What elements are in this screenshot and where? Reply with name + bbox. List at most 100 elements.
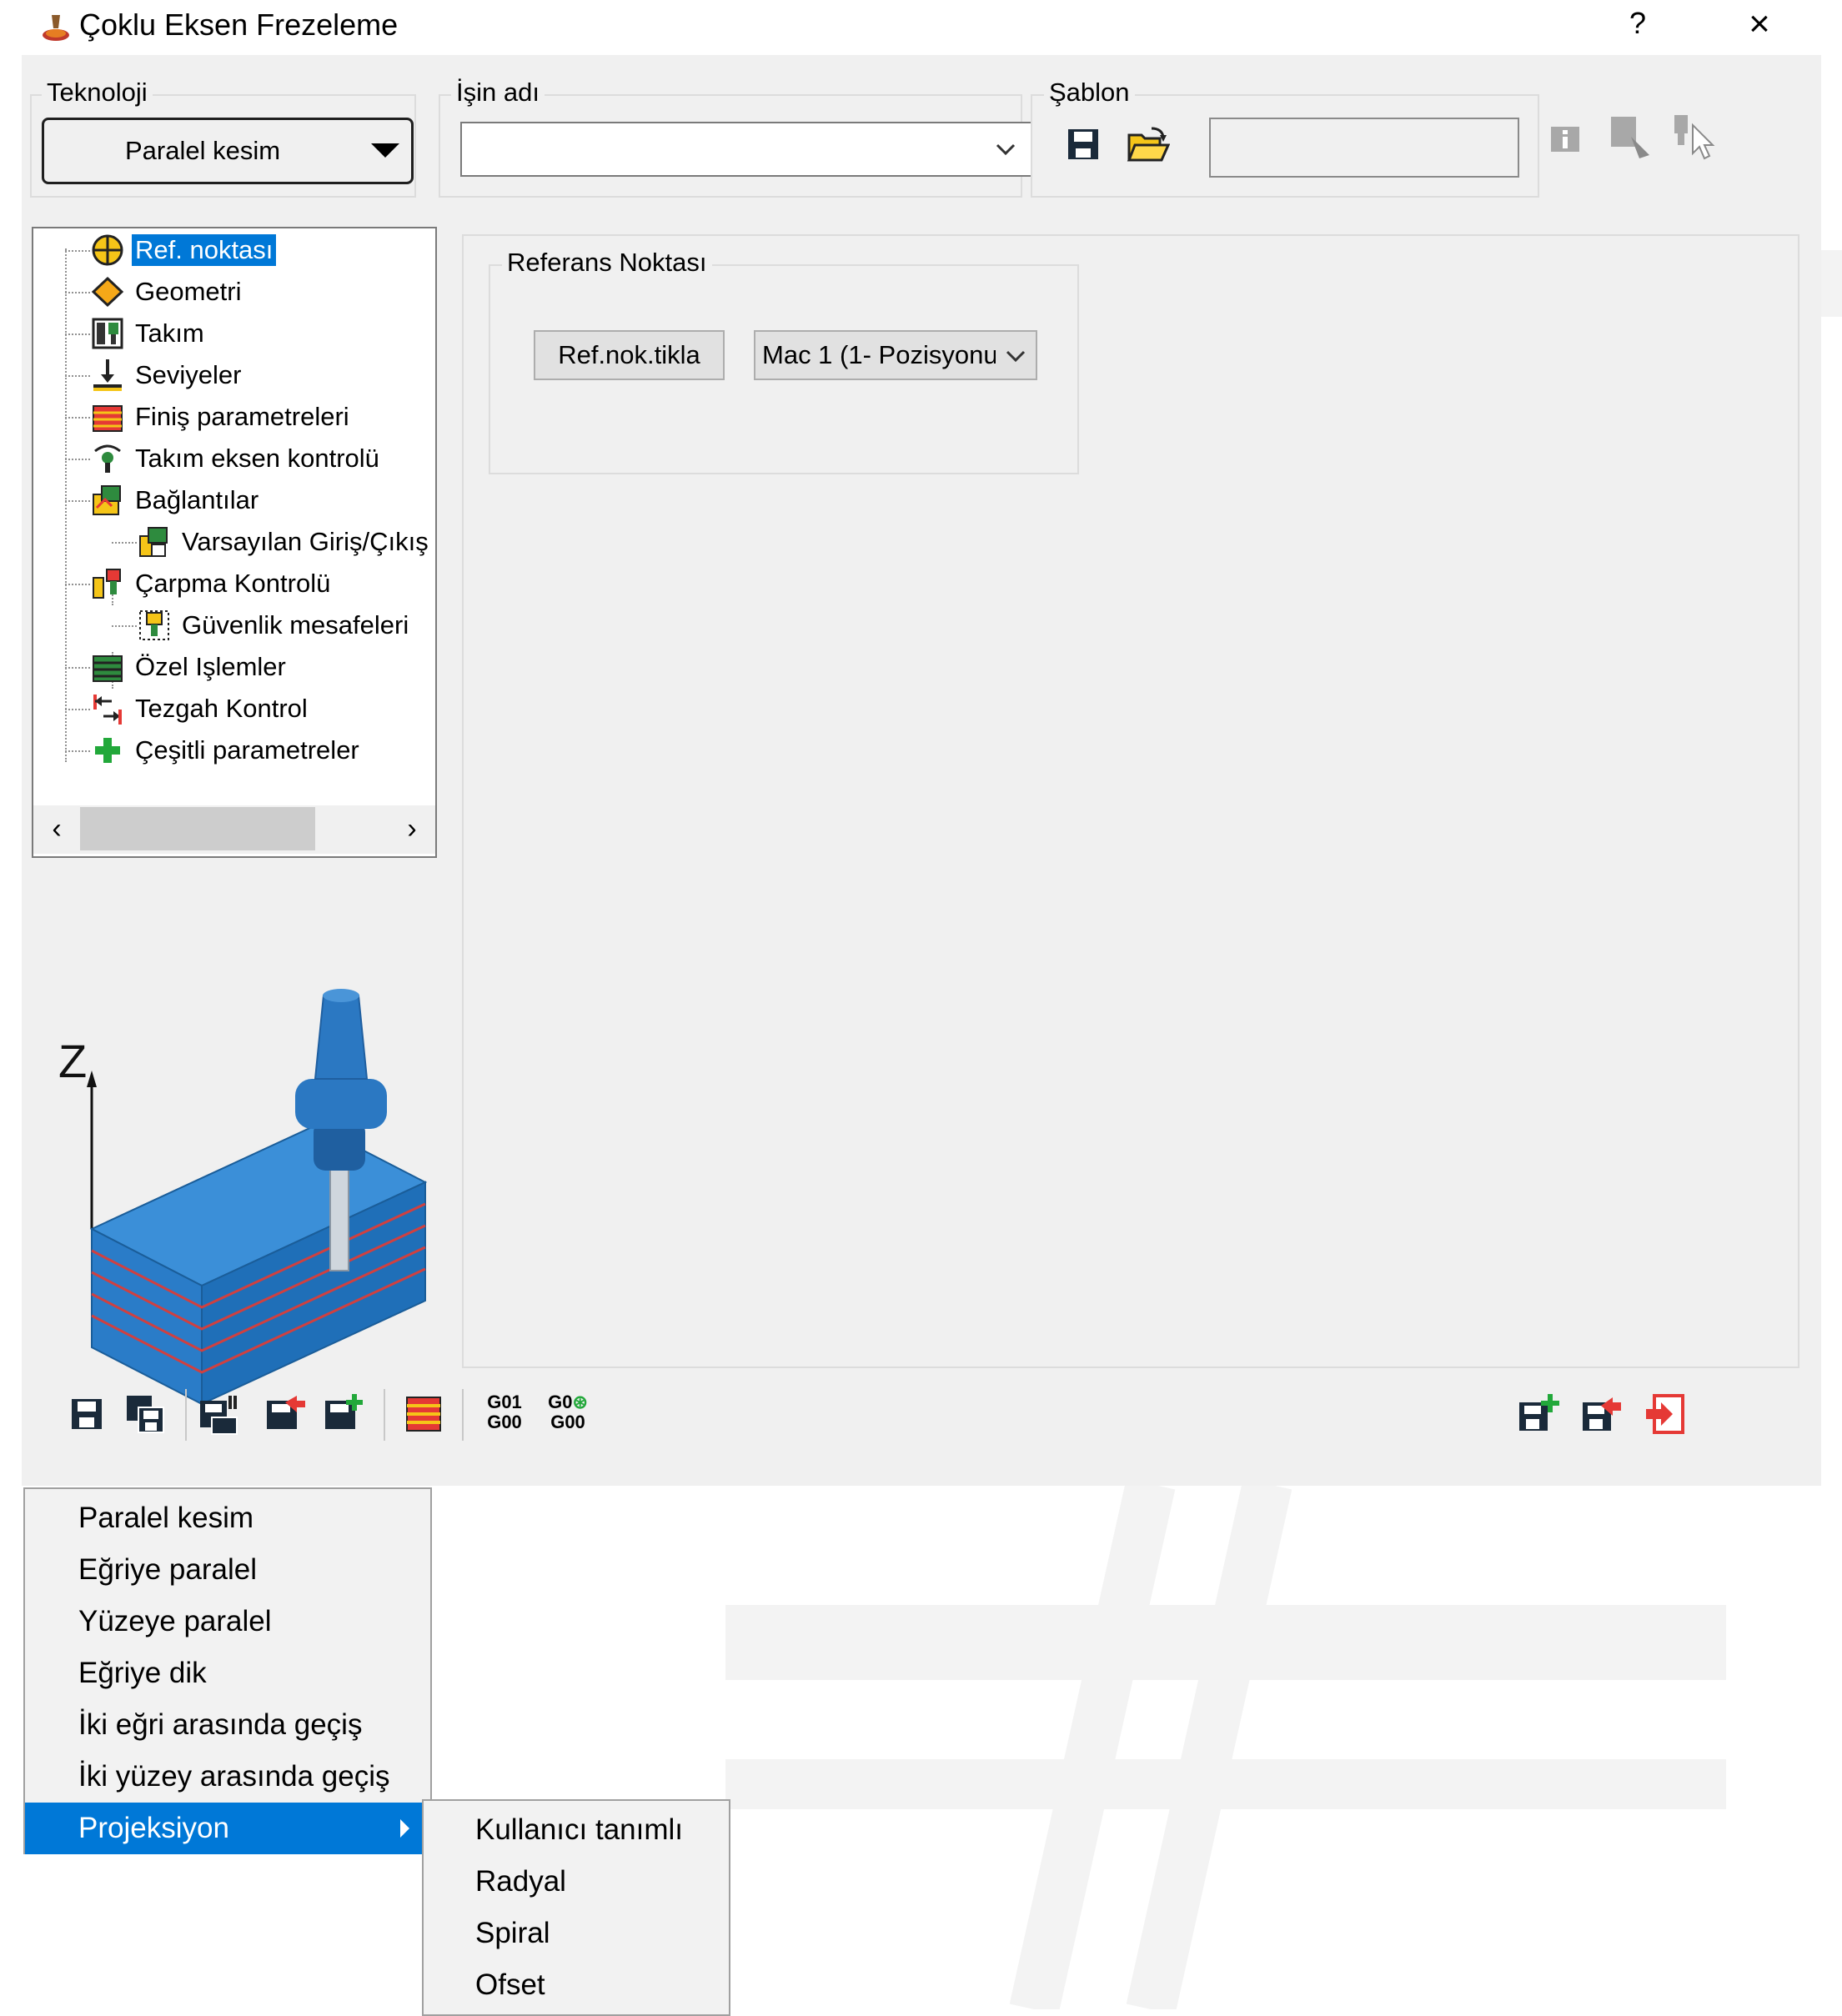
save-as-icon[interactable] [123,1392,167,1436]
app-icon [43,15,69,41]
safety-distance-icon [139,610,169,640]
tree-item-special-operations[interactable]: Özel Işlemler [90,647,289,687]
menu-item-projection[interactable]: Projeksiyon [25,1803,430,1854]
tree-item-label: Geometri [135,277,242,306]
tree-item-label: Çarpma Kontrolü [135,569,331,598]
special-ops-icon [93,655,123,682]
technology-dropdown[interactable]: Paralel kesim [42,118,414,184]
z-axis-label: Z [58,1035,87,1087]
finish-layers-icon[interactable] [402,1392,445,1436]
tree-item-collision-check[interactable]: Çarpma Kontrolü [90,564,334,604]
open-folder-icon[interactable] [1127,125,1170,163]
crosshair-circle-icon [92,234,123,266]
collision-check-icon [93,569,121,599]
tool-axis-icon [94,444,121,473]
layer-disabled-icon [1611,117,1649,158]
close-button[interactable]: × [1739,3,1780,45]
pick-reference-point-button[interactable]: Ref.nok.tikla [534,330,725,380]
save-export-icon[interactable] [1579,1392,1623,1436]
calculate-list-icon[interactable] [197,1392,240,1436]
machine-position-select[interactable]: Mac 1 (1- Pozisyonu) [754,330,1037,380]
gcode-g0-g00-button[interactable]: G0⊛ G00 [545,1392,590,1439]
chevron-down-icon [1006,350,1026,363]
tool-holder-icon [92,318,123,349]
tree-item-label: Takım eksen kontrolü [135,444,379,473]
save-add-icon[interactable] [1516,1392,1559,1436]
info-icon[interactable] [1549,123,1581,155]
menu-item-morph-between-surfaces[interactable]: İki yüzey arasında geçiş [25,1751,430,1803]
save-icon[interactable] [1066,127,1101,162]
chevron-down-icon[interactable] [987,130,1024,167]
job-name-input[interactable] [462,123,979,175]
submenu-item-offset[interactable]: Ofset [424,1959,729,2011]
levels-arrow-icon [93,359,122,391]
send-to-machine-icon[interactable] [264,1392,307,1436]
submenu-arrow-icon [400,1819,409,1838]
machine-position-value: Mac 1 (1- Pozisyonu) [762,340,996,369]
tree-item-misc-params[interactable]: Çeşitli parametreler [90,730,363,770]
plus-icon [95,738,120,763]
menu-item-parallel-cut[interactable]: Paralel kesim [25,1492,430,1544]
template-name-field [1209,118,1519,178]
gcode-top-label: G01 [487,1392,522,1412]
tree-item-label: Tezgah Kontrol [135,694,308,723]
tree-item-label: Çeşitli parametreler [135,735,359,765]
tree-item-safety-distances[interactable]: Güvenlik mesafeleri [137,605,412,645]
add-to-machine-icon[interactable] [322,1392,365,1436]
tree-item-levels[interactable]: Seviyeler [90,355,245,395]
tree-item-tool-axis-control[interactable]: Takım eksen kontrolü [90,439,383,479]
gcode-bottom-label: G00 [487,1412,522,1432]
menu-item-perpendicular-to-curve[interactable]: Eğriye dik [25,1647,430,1699]
technology-selected-value: Paralel kesim [124,136,281,165]
template-label: Şablon [1044,77,1135,108]
window-title: Çoklu Eksen Frezeleme [79,8,399,42]
technology-label: Teknoloji [42,77,153,108]
tree-item-default-lead-in-out[interactable]: Varsayılan Giriş/Çıkış [137,522,432,562]
machine-control-icon [93,695,122,725]
scroll-right-icon[interactable]: › [395,810,429,847]
tree-item-label: Takım [135,318,204,348]
title-bar: Çoklu Eksen Frezeleme ? × [0,0,1842,55]
machining-illustration: Z [58,989,428,1406]
menu-item-morph-between-curves[interactable]: İki eğri arasında geçiş [25,1699,430,1751]
tree-item-label: Güvenlik mesafeleri [182,610,409,639]
geometry-diamond-icon [91,276,124,308]
technology-menu: Paralel kesim Eğriye paralel Yüzeye para… [23,1487,432,1854]
lead-in-out-icon [139,527,168,557]
tree-item-label: Seviyeler [135,360,242,389]
green-circle-icon: ⊛ [572,1392,588,1412]
reference-point-label: Referans Noktası [502,247,712,278]
help-button[interactable]: ? [1621,5,1654,42]
toolbar-separator [384,1389,385,1441]
scrollbar-thumb[interactable] [80,807,315,850]
menu-item-parallel-to-surface[interactable]: Yüzeye paralel [25,1596,430,1647]
tree-item-ref-point[interactable]: Ref. noktası [90,230,277,270]
gcode-g01-g00-button[interactable]: G01 G00 [482,1392,527,1439]
finish-layers-icon [93,405,123,432]
tree-item-tool[interactable]: Takım [90,313,208,354]
tree-horizontal-scrollbar[interactable]: ‹ › [33,805,435,854]
exit-icon[interactable] [1643,1392,1686,1436]
dialog-body: Teknoloji Paralel kesim İşin adı Şablon [22,55,1821,1486]
projection-submenu: Kullanıcı tanımlı Radyal Spiral Ofset [422,1799,730,2016]
caret-down-icon [371,143,399,158]
submenu-item-spiral[interactable]: Spiral [424,1908,729,1959]
tree-item-label: Bağlantılar [135,485,259,514]
tool-select-disabled-icon [1674,115,1715,160]
tree-item-label: Ref. noktası [132,234,277,266]
menu-item-parallel-to-curve[interactable]: Eğriye paralel [25,1544,430,1596]
toolbar-separator [185,1389,187,1441]
scroll-left-icon[interactable]: ‹ [40,810,73,847]
tree-item-links[interactable]: Bağlantılar [90,480,262,520]
tree-item-label: Varsayılan Giriş/Çıkış [182,527,429,556]
tree-item-machine-control[interactable]: Tezgah Kontrol [90,689,311,729]
save-icon[interactable] [65,1392,108,1436]
job-name-combobox[interactable] [460,122,1032,177]
tree-item-geometry[interactable]: Geometri [90,272,244,312]
menu-item-label: Projeksiyon [78,1812,229,1844]
submenu-item-user-defined[interactable]: Kullanıcı tanımlı [424,1804,729,1856]
job-name-label: İşin adı [451,77,545,108]
tree-item-label: Özel Işlemler [135,652,286,681]
tree-item-finish-params[interactable]: Finiş parametreleri [90,397,353,437]
submenu-item-radial[interactable]: Radyal [424,1856,729,1908]
